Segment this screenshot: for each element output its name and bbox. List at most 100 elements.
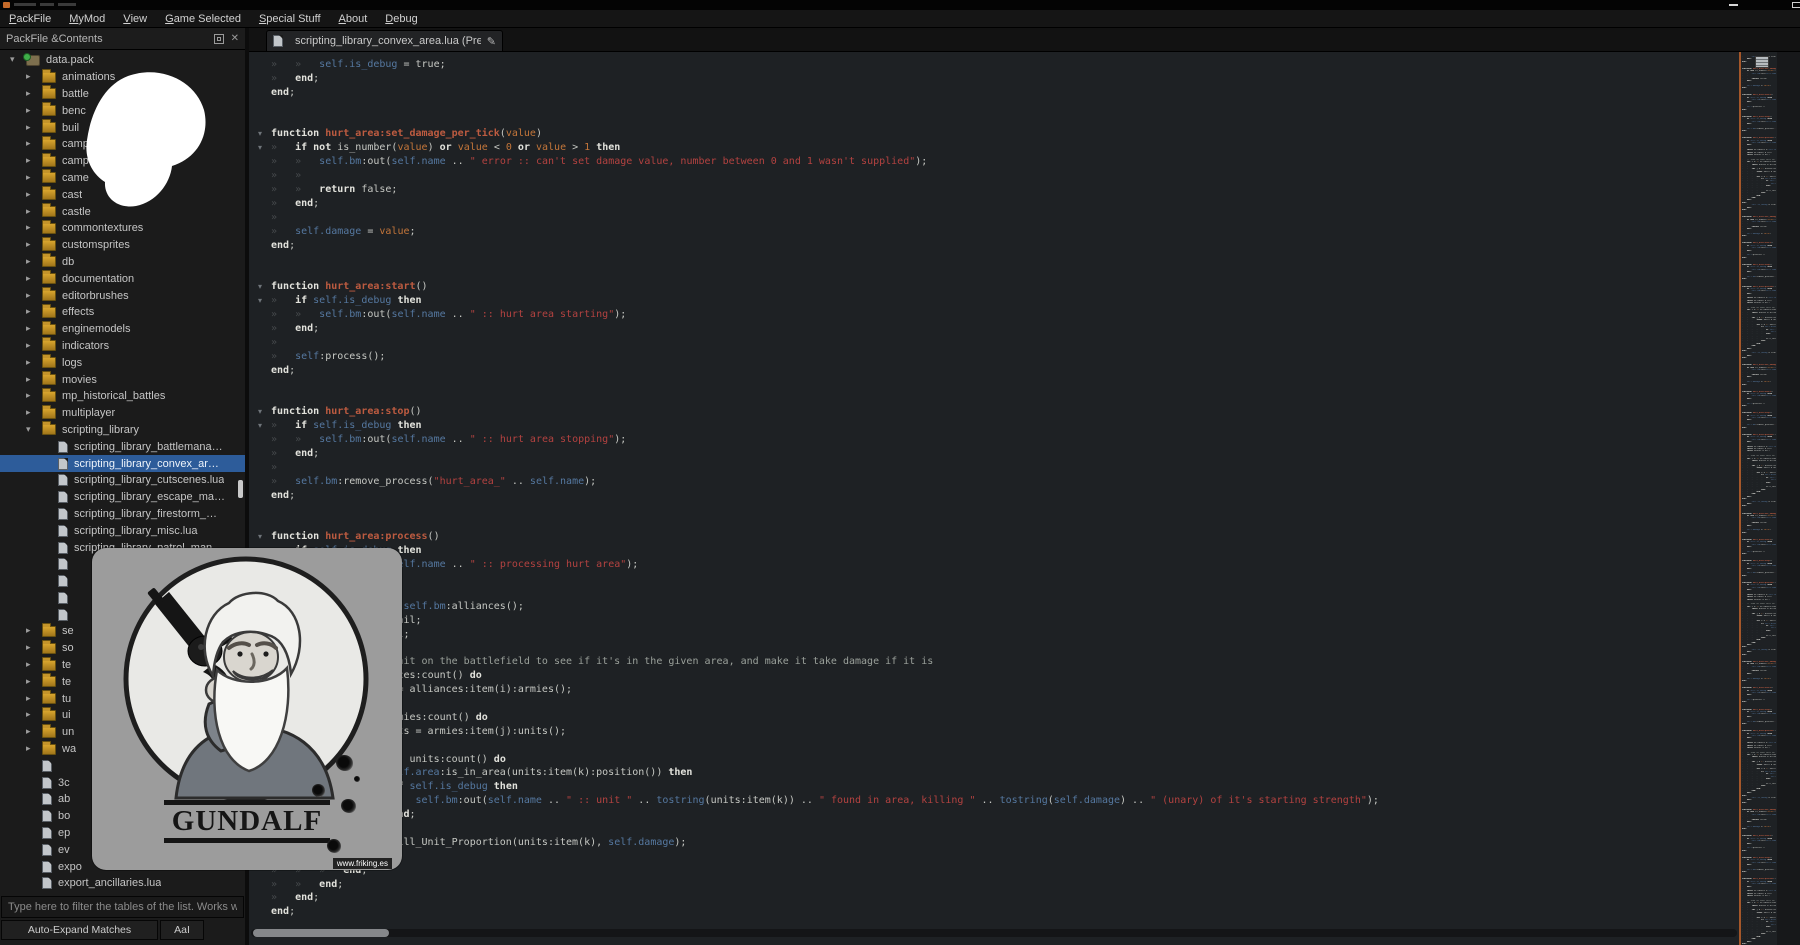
- file-icon: [58, 458, 68, 470]
- tree-item-customsprites[interactable]: ▸customsprites: [0, 237, 245, 254]
- indent-marker: »: [271, 462, 295, 473]
- map-button[interactable]: [1755, 56, 1769, 68]
- horizontal-scrollbar[interactable]: [251, 929, 1737, 937]
- tree-item-db[interactable]: ▸db: [0, 254, 245, 271]
- tab-label: scripting_library_convex_area.lua (Previ…: [295, 35, 481, 47]
- expand-arrow-icon[interactable]: ▸: [26, 643, 42, 653]
- expand-arrow-icon[interactable]: ▸: [26, 106, 42, 116]
- expand-arrow-icon[interactable]: ▸: [26, 156, 42, 166]
- expand-arrow-icon[interactable]: ▸: [26, 207, 42, 217]
- menu-mymod[interactable]: MyMod: [60, 10, 114, 27]
- menu-special-stuff[interactable]: Special Stuff: [250, 10, 330, 27]
- code-line: ▾» if self.is_debug then: [249, 419, 1739, 433]
- code-line: » local alliances = self.bm:alliances();: [249, 600, 1739, 614]
- code-area[interactable]: » » self.is_debug = true;» end;end;▾func…: [249, 52, 1739, 945]
- expand-arrow-icon[interactable]: ▸: [26, 660, 42, 670]
- menu-debug[interactable]: Debug: [376, 10, 426, 27]
- file-icon: [58, 525, 68, 537]
- scrollbar-track[interactable]: [1777, 52, 1800, 945]
- fold-arrow-icon[interactable]: ▾: [249, 419, 271, 433]
- code-line: ▾function hurt_area:start(): [249, 280, 1739, 294]
- edit-pencil-icon[interactable]: ✎: [487, 35, 496, 48]
- expand-arrow-icon[interactable]: ▸: [26, 72, 42, 82]
- fold-arrow-icon[interactable]: ▾: [249, 127, 271, 141]
- gutter: [249, 350, 271, 364]
- undock-icon[interactable]: [214, 34, 224, 44]
- expand-arrow-icon[interactable]: ▸: [26, 89, 42, 99]
- file-tab[interactable]: scripting_library_convex_area.lua (Previ…: [266, 30, 503, 51]
- expand-arrow-icon[interactable]: ▸: [26, 358, 42, 368]
- gutter: [249, 211, 271, 225]
- tree-item-editorbrushes[interactable]: ▸editorbrushes: [0, 287, 245, 304]
- auto-expand-button[interactable]: Auto-Expand Matches: [1, 920, 158, 940]
- menu-game-selected[interactable]: Game Selected: [156, 10, 250, 27]
- menu-about[interactable]: About: [330, 10, 377, 27]
- menu-packfile[interactable]: PackFile: [0, 10, 60, 27]
- expand-arrow-icon[interactable]: ▸: [26, 223, 42, 233]
- fold-arrow-icon[interactable]: ▾: [249, 294, 271, 308]
- expand-arrow-icon[interactable]: ▸: [26, 139, 42, 149]
- expand-arrow-icon[interactable]: ▸: [26, 291, 42, 301]
- maximize-icon[interactable]: [1792, 2, 1800, 8]
- horizontal-scrollbar-thumb[interactable]: [253, 929, 389, 937]
- tree-scrollbar-thumb[interactable]: [238, 480, 243, 498]
- tree-item-indicators[interactable]: ▸indicators: [0, 338, 245, 355]
- code-line: »: [249, 586, 1739, 600]
- collapse-arrow-icon[interactable]: ▾: [26, 425, 42, 435]
- tree-item-scripting_library_escape_ma[interactable]: scripting_library_escape_ma…: [0, 489, 245, 506]
- minimap[interactable]: » » self.is_debug = true;» end;end;funct…: [1742, 52, 1776, 945]
- expand-arrow-icon[interactable]: ▸: [26, 677, 42, 687]
- tree-item-scripting_library[interactable]: ▾scripting_library: [0, 422, 245, 439]
- expand-arrow-icon[interactable]: ▸: [26, 307, 42, 317]
- expand-arrow-icon[interactable]: ▸: [26, 727, 42, 737]
- tree-item-data.pack[interactable]: ▾data.pack: [0, 52, 245, 69]
- gutter: [249, 905, 271, 919]
- tree-item-label: tu: [62, 693, 71, 705]
- tree-item-multiplayer[interactable]: ▸multiplayer: [0, 405, 245, 422]
- indent-marker: » »: [271, 59, 319, 70]
- fold-arrow-icon[interactable]: ▾: [249, 141, 271, 155]
- fold-arrow-icon[interactable]: ▾: [249, 530, 271, 544]
- tree-item-movies[interactable]: ▸movies: [0, 371, 245, 388]
- minimize-icon[interactable]: [1729, 4, 1738, 6]
- folder-icon: [42, 676, 56, 687]
- expand-arrow-icon[interactable]: ▸: [26, 710, 42, 720]
- expand-arrow-icon[interactable]: ▸: [26, 626, 42, 636]
- expand-arrow-icon[interactable]: ▸: [26, 257, 42, 267]
- expand-arrow-icon[interactable]: ▸: [26, 408, 42, 418]
- expand-arrow-icon[interactable]: ▸: [26, 744, 42, 754]
- menu-view[interactable]: View: [114, 10, 156, 27]
- close-icon[interactable]: ✕: [231, 34, 239, 44]
- case-sensitive-button[interactable]: AaI: [160, 920, 204, 940]
- tree-item-enginemodels[interactable]: ▸enginemodels: [0, 321, 245, 338]
- expand-arrow-icon[interactable]: ▸: [26, 324, 42, 334]
- expand-arrow-icon[interactable]: ▸: [26, 123, 42, 133]
- tree-item-label: se: [62, 625, 74, 637]
- tree-item-effects[interactable]: ▸effects: [0, 304, 245, 321]
- filter-input[interactable]: [1, 896, 244, 918]
- indent-marker: »: [271, 142, 295, 153]
- tree-item-scripting_library_cutscenes.lua[interactable]: scripting_library_cutscenes.lua: [0, 472, 245, 489]
- tree-item-documentation[interactable]: ▸documentation: [0, 270, 245, 287]
- tree-item-scripting_library_battlemana[interactable]: scripting_library_battlemana…: [0, 438, 245, 455]
- expand-arrow-icon[interactable]: ▸: [26, 240, 42, 250]
- tree-item-scripting_library_convex_ar[interactable]: scripting_library_convex_ar…: [0, 455, 245, 472]
- file-icon: [273, 35, 283, 47]
- fold-arrow-icon[interactable]: ▾: [249, 405, 271, 419]
- tree-item-scripting_library_firestorm_[interactable]: scripting_library_firestorm_…: [0, 506, 245, 523]
- expand-arrow-icon[interactable]: ▸: [26, 190, 42, 200]
- expand-arrow-icon[interactable]: ▸: [26, 341, 42, 351]
- code-line: »: [249, 211, 1739, 225]
- expand-arrow-icon[interactable]: ▸: [26, 375, 42, 385]
- expand-arrow-icon[interactable]: ▸: [26, 694, 42, 704]
- fold-arrow-icon[interactable]: ▾: [249, 280, 271, 294]
- tree-item-export_ancillaries.lua[interactable]: export_ancillaries.lua: [0, 875, 245, 892]
- indent-marker: »: [271, 212, 295, 223]
- tree-item-scripting_library_misc.lua[interactable]: scripting_library_misc.lua: [0, 522, 245, 539]
- expand-arrow-icon[interactable]: ▸: [26, 173, 42, 183]
- expand-arrow-icon[interactable]: ▸: [26, 391, 42, 401]
- tree-item-mp_historical_battles[interactable]: ▸mp_historical_battles: [0, 388, 245, 405]
- code-line: » » self.is_debug = true;: [249, 58, 1739, 72]
- expand-arrow-icon[interactable]: ▸: [26, 274, 42, 284]
- tree-item-logs[interactable]: ▸logs: [0, 354, 245, 371]
